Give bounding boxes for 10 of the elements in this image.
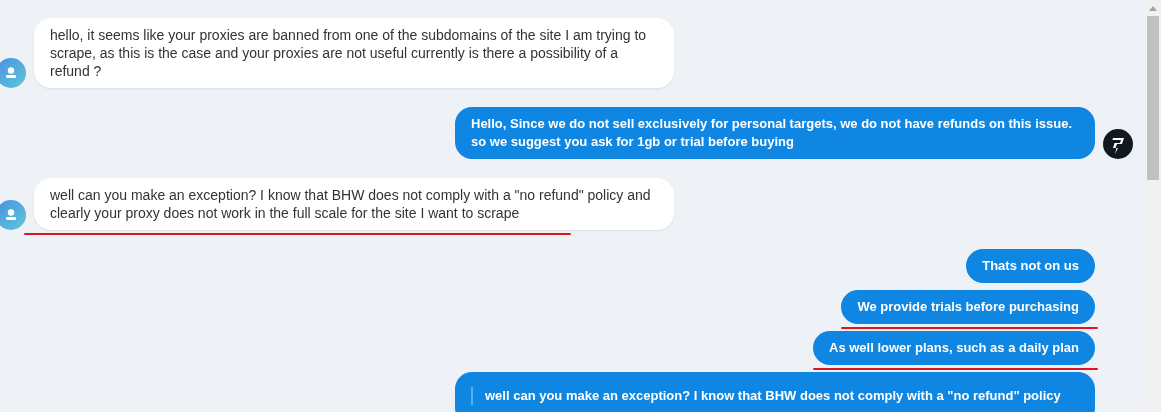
message-text: As well lower plans, such as a daily plan bbox=[829, 340, 1079, 355]
message-text: hello, it seems like your proxies are banned from one of the subdomains of the site I am trying to scrape, as this is the case and your proxies are not useful currently is there a possibility of a refund ? bbox=[50, 27, 647, 79]
scroll-up-icon[interactable] bbox=[1149, 5, 1157, 11]
message-text: Hello, Since we do not sell exclusively for personal targets, we do not have refunds on this issue. so we suggest you ask for 1gb or trial before buying bbox=[471, 116, 1073, 149]
quoted-text: well can you make an exception? I know that BHW does not comply with a "no refund" policy bbox=[485, 388, 1061, 403]
scrollbar[interactable] bbox=[1145, 0, 1161, 412]
message-text: Thats not on us bbox=[982, 258, 1079, 273]
scroll-thumb[interactable] bbox=[1147, 16, 1159, 180]
message-text: well can you make an exception? I know that BHW does not comply with a "no refund" policy and clearly your proxy does not work in the full scale for the site I want to scrape bbox=[50, 187, 651, 221]
message-text: We provide trials before purchasing bbox=[857, 299, 1079, 314]
